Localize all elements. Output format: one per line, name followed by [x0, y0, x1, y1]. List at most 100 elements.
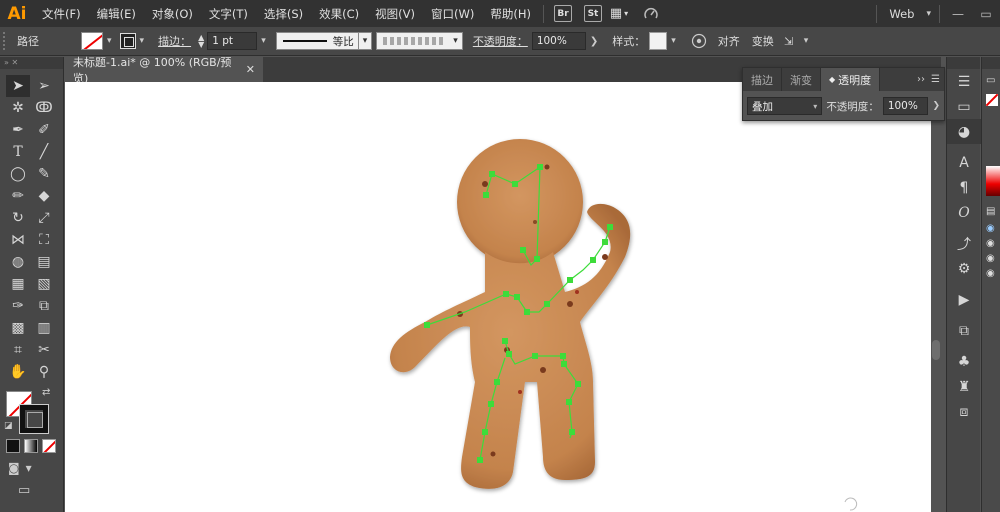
chevron-down-icon[interactable]: ▾: [358, 32, 373, 50]
chevron-down-icon[interactable]: ▾: [800, 36, 813, 46]
graphic-style-swatch[interactable]: [649, 32, 668, 50]
symbols-icon[interactable]: ♣: [947, 349, 981, 374]
gpu-performance-icon[interactable]: [640, 3, 662, 25]
menu-type[interactable]: 文字(T): [201, 6, 256, 22]
menu-effect[interactable]: 效果(C): [311, 6, 367, 22]
close-icon[interactable]: ✕: [246, 63, 255, 76]
asset-export-icon[interactable]: ⚙: [947, 256, 981, 281]
fill-swatch[interactable]: [81, 32, 103, 50]
stock-button[interactable]: St: [583, 5, 602, 22]
export-icon[interactable]: ⤴: [947, 231, 981, 256]
ellipse-tool-icon[interactable]: ◯: [6, 163, 30, 185]
chevron-down-icon[interactable]: ▾: [449, 36, 462, 46]
curvature-tool-icon[interactable]: ✐: [32, 119, 56, 141]
perspective-grid-tool-icon[interactable]: ▤: [32, 251, 56, 273]
line-tool-icon[interactable]: ╱: [32, 141, 56, 163]
menu-view[interactable]: 视图(V): [367, 6, 423, 22]
stroke-swatch[interactable]: [119, 33, 136, 49]
scale-tool-icon[interactable]: ⤢: [32, 207, 56, 229]
stroke-weight-field[interactable]: 1 pt: [207, 32, 258, 50]
chevron-down-icon[interactable]: ▾: [136, 36, 149, 46]
blend-tool-icon[interactable]: ⧉: [32, 295, 56, 317]
draw-mode-menu-icon[interactable]: ▾: [26, 461, 32, 475]
maximize-icon[interactable]: ▭: [972, 0, 1000, 27]
stroke-stepper-icon[interactable]: ▲ ▼: [195, 34, 207, 49]
transform-link[interactable]: 变换: [748, 33, 778, 49]
menu-window[interactable]: 窗口(W): [423, 6, 482, 22]
menu-edit[interactable]: 编辑(E): [89, 6, 144, 22]
panel-menu-icon[interactable]: ☰: [931, 74, 940, 85]
width-tool-icon[interactable]: ⋈: [6, 229, 30, 251]
slice-tool-icon[interactable]: ✂: [32, 339, 56, 361]
collapse-panel-icon[interactable]: ››: [917, 74, 925, 85]
scrollbar-thumb[interactable]: [932, 340, 940, 360]
opentype-icon[interactable]: O: [947, 200, 981, 225]
dock-header[interactable]: [947, 57, 980, 69]
panel-grip[interactable]: [3, 32, 9, 50]
chevron-down-icon[interactable]: ▾: [667, 36, 680, 46]
align-link[interactable]: 对齐: [714, 33, 744, 49]
tools-panel-header[interactable]: » ✕: [0, 57, 63, 69]
character-icon[interactable]: A: [947, 150, 981, 175]
magic-wand-tool-icon[interactable]: ✲: [6, 97, 30, 119]
vertical-scrollbar[interactable]: [931, 82, 941, 512]
tab-stroke[interactable]: 描边: [743, 68, 782, 91]
default-colors-icon[interactable]: ◪: [4, 421, 13, 431]
gradient-tool-icon[interactable]: ▧: [32, 273, 56, 295]
paragraph-icon[interactable]: ¶: [947, 175, 981, 200]
swap-fill-stroke-icon[interactable]: ⇄: [42, 387, 50, 398]
blend-mode-select[interactable]: 叠加 ▾: [747, 97, 823, 115]
document-tab[interactable]: 未标题-1.ai* @ 100% (RGB/预览) ✕: [65, 56, 263, 85]
chevron-right-icon[interactable]: ❯: [932, 101, 940, 111]
draw-normal-icon[interactable]: ◙: [8, 461, 20, 475]
symbol-sprayer-tool-icon[interactable]: ▩: [6, 317, 30, 339]
chevron-down-icon[interactable]: ▾: [257, 36, 270, 46]
rotate-tool-icon[interactable]: ↻: [6, 207, 30, 229]
chevron-down-icon[interactable]: ▾: [922, 9, 935, 19]
color-spectrum[interactable]: [986, 166, 1000, 196]
visibility-eye-icon[interactable]: ◉: [982, 253, 1000, 264]
selection-tool-icon[interactable]: ➤: [6, 75, 30, 97]
hand-tool-icon[interactable]: ✋: [6, 361, 30, 383]
visibility-eye-icon[interactable]: ◉: [982, 268, 1000, 279]
column-graph-tool-icon[interactable]: ▥: [32, 317, 56, 339]
lasso-tool-icon[interactable]: ↂ: [32, 97, 56, 119]
shape-builder-tool-icon[interactable]: ◍: [6, 251, 30, 273]
transparency-icon[interactable]: ◕: [947, 119, 981, 144]
eraser-tool-icon[interactable]: ◆: [32, 185, 56, 207]
mesh-tool-icon[interactable]: ▦: [6, 273, 30, 295]
menu-select[interactable]: 选择(S): [256, 6, 311, 22]
opacity-label[interactable]: 不透明度：: [469, 33, 532, 49]
direct-selection-tool-icon[interactable]: ➢: [32, 75, 56, 97]
tab-transparency[interactable]: ◆ 透明度: [821, 68, 881, 91]
menu-object[interactable]: 对象(O): [144, 6, 201, 22]
stroke-color-swatch[interactable]: [19, 404, 49, 434]
free-transform-tool-icon[interactable]: ⛶: [32, 229, 56, 251]
variable-width-profile[interactable]: 等比: [275, 32, 359, 50]
mini-fill-swatch[interactable]: [986, 94, 998, 106]
brushes-icon[interactable]: ♜: [947, 374, 981, 399]
pen-tool-icon[interactable]: ✒: [6, 119, 30, 141]
actions-play-icon[interactable]: ▶: [947, 287, 981, 312]
opacity-field[interactable]: 100%: [531, 32, 586, 50]
zoom-tool-icon[interactable]: ⚲: [32, 361, 56, 383]
arrange-documents-icon[interactable]: ▦ ▾: [608, 3, 630, 25]
artboards-icon[interactable]: ⧈: [947, 399, 981, 424]
properties-icon[interactable]: ☰: [947, 69, 981, 94]
cookie-body[interactable]: [390, 139, 631, 489]
gingerbread-artwork[interactable]: [65, 82, 931, 512]
links-icon[interactable]: ⧉: [947, 318, 981, 343]
brush-definition[interactable]: ▾: [376, 32, 463, 50]
artboard-canvas[interactable]: [65, 82, 931, 512]
eyedropper-tool-icon[interactable]: ✑: [6, 295, 30, 317]
tab-gradient[interactable]: 渐变: [782, 68, 821, 91]
artboard-tool-icon[interactable]: ⌗: [6, 339, 30, 361]
visibility-eye-icon[interactable]: ◉: [982, 238, 1000, 249]
appearance-icon[interactable]: ▭: [947, 94, 981, 119]
gradient-mode-icon[interactable]: [24, 439, 38, 453]
recolor-artwork-icon[interactable]: [688, 30, 710, 52]
paintbrush-tool-icon[interactable]: ✎: [32, 163, 56, 185]
type-tool-icon[interactable]: T: [6, 141, 30, 163]
menu-help[interactable]: 帮助(H): [482, 6, 539, 22]
panel-opacity-field[interactable]: 100%: [882, 97, 929, 115]
